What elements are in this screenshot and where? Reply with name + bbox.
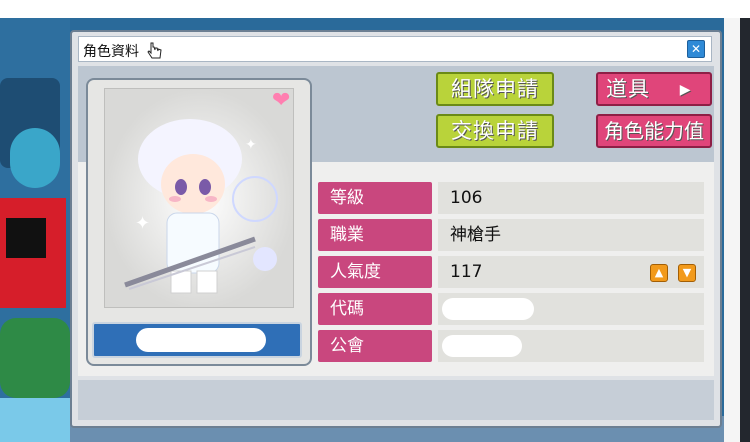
trade-request-label: 交換申請 (451, 119, 539, 143)
heart-icon: ❤ (272, 88, 291, 113)
fame-value: 117 ▲ ▼ (438, 256, 704, 288)
trade-request-button[interactable]: 交換申請 (436, 114, 554, 148)
code-redaction (442, 298, 534, 320)
fame-label: 人氣度 (318, 256, 432, 288)
job-value: 神槍手 (438, 219, 704, 251)
footer-area (78, 380, 714, 420)
level-value: 106 (438, 182, 704, 214)
guild-value (438, 330, 704, 362)
code-value (438, 293, 704, 325)
close-button[interactable]: ✕ (687, 40, 705, 58)
character-card: ✦ ✦ ❤ (86, 78, 312, 366)
svg-text:✦: ✦ (135, 213, 150, 234)
guild-redaction (442, 335, 522, 357)
character-portrait: ✦ ✦ (104, 88, 294, 308)
fame-down-button[interactable]: ▼ (678, 264, 696, 282)
items-label: 道具 (606, 77, 650, 101)
arrow-down-icon: ▼ (682, 266, 692, 279)
arrow-right-icon: ▶ (679, 82, 692, 98)
hand-cursor-icon (147, 42, 162, 59)
party-request-button[interactable]: 組隊申請 (436, 72, 554, 106)
fame-value-text: 117 (450, 262, 483, 282)
window-title: 角色資料 (83, 44, 139, 60)
title-bar[interactable]: 角色資料 ✕ (78, 36, 712, 62)
guild-label: 公會 (318, 330, 432, 362)
name-redaction (136, 328, 266, 352)
job-value-text: 神槍手 (450, 225, 501, 245)
arrow-up-icon: ▲ (654, 266, 664, 279)
items-button[interactable]: 道具 ▶ (596, 72, 712, 106)
fame-up-button[interactable]: ▲ (650, 264, 668, 282)
character-avatar: ✦ ✦ (105, 89, 293, 307)
job-label: 職業 (318, 219, 432, 251)
party-request-label: 組隊申請 (451, 77, 539, 101)
close-icon: ✕ (690, 42, 702, 56)
stats-button[interactable]: 角色能力值 (596, 114, 712, 148)
level-value-text: 106 (450, 188, 483, 208)
character-name-bar (92, 322, 302, 358)
level-label: 等級 (318, 182, 432, 214)
svg-text:✦: ✦ (245, 137, 257, 153)
stats-label: 角色能力值 (604, 119, 704, 143)
code-label: 代碼 (318, 293, 432, 325)
background-edge (724, 18, 750, 442)
